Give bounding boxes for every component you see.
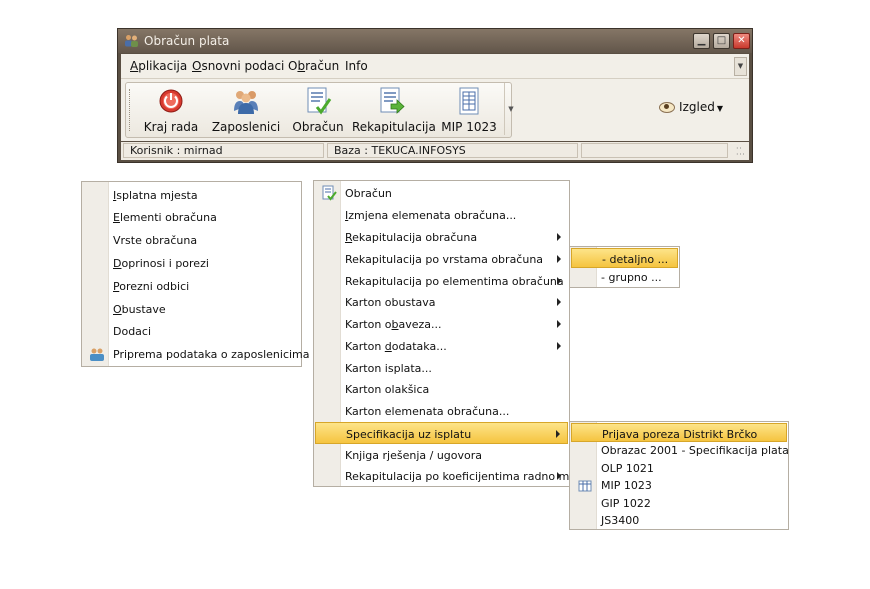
users-icon [90, 348, 104, 361]
resize-grip-icon[interactable]: · · · · · [736, 145, 746, 159]
menu-item-rekap-po-elementima[interactable]: Rekapitulacija po elementima obračuna [315, 270, 568, 292]
submenu-arrow-icon [557, 320, 561, 328]
document-table-icon [578, 480, 592, 492]
menu-item-grupno[interactable]: - grupno ... [571, 268, 678, 288]
status-bar: Korisnik : mirnad Baza : TEKUCA.INFOSYS … [121, 142, 749, 160]
menu-item-izmjena-elemenata[interactable]: Izmjena elemenata obračuna... [315, 204, 568, 226]
menu-item-elementi-obracuna[interactable]: Elementi obračuna [83, 206, 300, 228]
submenu-arrow-icon [557, 472, 561, 480]
menu-item-karton-olaksica[interactable]: Karton olakšica [315, 378, 568, 400]
chevron-down-icon: ▼ [508, 105, 514, 113]
users-icon [234, 91, 258, 114]
menu-item-detaljno[interactable]: - detaljno ... [571, 248, 678, 268]
toolbar-button-label: Kraj rada [143, 120, 199, 134]
menu-item-prijava-poreza-brcko[interactable]: Prijava poreza Distrikt Brčko [571, 423, 787, 442]
close-button[interactable]: ✕ [733, 33, 750, 49]
document-table-icon [459, 87, 479, 115]
menu-item-karton-elemenata[interactable]: Karton elemenata obračuna... [315, 400, 568, 422]
toolbar-button-label: Rekapitulacija [352, 120, 436, 134]
menu-bar: Aplikacija Osnovni podaci Obračun Info ▼ [121, 54, 749, 79]
toolbar-button-label: MIP 1023 [441, 120, 497, 134]
menu-item-mip-1023[interactable]: MIP 1023 [571, 476, 787, 494]
app-users-icon [125, 35, 138, 47]
caret-down-icon: ▼ [716, 104, 723, 113]
menu-item-obracun[interactable]: Obračun [315, 182, 568, 204]
document-check-icon [322, 185, 337, 201]
menu-item-rekap-po-koeficijentima[interactable]: Rekapitulacija po koeficijentima radno m… [315, 465, 596, 487]
chevron-down-icon: ▼ [737, 62, 744, 70]
eye-icon [659, 102, 676, 113]
menu-item-vrste-obracuna[interactable]: Vrste obračuna [83, 229, 300, 251]
menu-item-rekapitulacija-obracuna[interactable]: Rekapitulacija obračuna [315, 226, 568, 248]
submenu-arrow-icon [557, 277, 561, 285]
submenu-arrow-icon [557, 233, 561, 241]
menu-item-karton-obaveza[interactable]: Karton obaveza... [315, 313, 568, 335]
menu-item-rekap-po-vrstama[interactable]: Rekapitulacija po vrstama obračuna [315, 248, 568, 270]
toolbar-overflow-button[interactable]: ▼ [504, 83, 517, 135]
status-empty-panel [581, 143, 728, 158]
submenu-arrow-icon [557, 255, 561, 263]
title-bar[interactable]: Obračun plata ▁ □ ✕ [118, 29, 752, 53]
toolbar-button-mip-1023[interactable]: MIP 1023 [436, 85, 502, 135]
status-database: Baza : TEKUCA.INFOSYS [327, 143, 578, 158]
toolbar: Kraj rada Zaposlenici Obračun Rekapitula… [125, 82, 512, 138]
menu-item-specifikacija-uz-isplatu[interactable]: Specifikacija uz isplatu [315, 422, 568, 444]
toolbar-button-obracun[interactable]: Obračun [290, 85, 346, 135]
maximize-icon: □ [716, 35, 727, 46]
menubar-dropdown-button[interactable]: ▼ [734, 57, 747, 76]
status-user: Korisnik : mirnad [123, 143, 324, 158]
toolbar-grip[interactable] [129, 89, 132, 131]
menu-item-obustave[interactable]: Obustave [83, 298, 300, 320]
toolbar-button-kraj-rada[interactable]: Kraj rada [136, 85, 206, 135]
specifikacija-submenu: Prijava poreza Distrikt Brčko Obrazac 20… [569, 421, 789, 530]
submenu-arrow-icon [557, 298, 561, 306]
menu-item-js3400[interactable]: JS3400 [571, 511, 787, 529]
minimize-icon: ▁ [697, 35, 706, 46]
menu-item-doprinosi-i-porezi[interactable]: Doprinosi i porezi [83, 252, 300, 274]
toolbar-area: Kraj rada Zaposlenici Obračun Rekapitula… [121, 79, 749, 141]
menu-item-gip-1022[interactable]: GIP 1022 [571, 494, 787, 512]
toolbar-button-label: Zaposlenici [211, 120, 281, 134]
menu-item-knjiga-rjesenja[interactable]: Knjiga rješenja / ugovora [315, 444, 568, 466]
menu-item-dodaci[interactable]: Dodaci [83, 320, 300, 342]
toolbar-button-rekapitulacija[interactable]: Rekapitulacija [352, 85, 436, 135]
menu-item-karton-dodataka[interactable]: Karton dodataka... [315, 335, 568, 357]
menu-obracun[interactable]: Obračun [288, 59, 339, 73]
menu-item-karton-isplata[interactable]: Karton isplata... [315, 357, 568, 379]
toolbar-button-label: Obračun [292, 120, 344, 134]
menu-aplikacija[interactable]: Aplikacija [130, 59, 187, 73]
menu-item-isplatna-mjesta[interactable]: Isplatna mjesta [83, 184, 300, 206]
obracun-menu: Obračun Izmjena elemenata obračuna... Re… [313, 180, 596, 487]
menu-item-porezni-odbici[interactable]: Porezni odbici [83, 275, 300, 297]
izgled-label: Izgled [679, 100, 715, 114]
submenu-arrow-icon [556, 430, 560, 438]
maximize-button[interactable]: □ [713, 33, 730, 49]
menu-item-karton-obustava[interactable]: Karton obustava [315, 291, 568, 313]
menu-item-obrazac-2001[interactable]: Obrazac 2001 - Specifikacija plata [571, 441, 789, 459]
power-icon [159, 89, 183, 113]
menu-info[interactable]: Info [345, 59, 368, 73]
main-window: Obračun plata ▁ □ ✕ Aplikacija Osnovni p… [117, 28, 753, 163]
document-arrow-icon [380, 87, 405, 114]
menu-item-priprema-podataka[interactable]: Priprema podataka o zaposlenicima [83, 343, 310, 365]
osnovni-podaci-menu: Isplatna mjesta Elementi obračuna Vrste … [81, 181, 310, 367]
izgled-dropdown[interactable]: Izgled ▼ [659, 100, 723, 114]
toolbar-button-zaposlenici[interactable]: Zaposlenici [208, 85, 284, 135]
close-icon: ✕ [737, 35, 746, 46]
document-check-icon [307, 87, 332, 115]
rekap-po-vrstama-submenu: - detaljno ... - grupno ... [569, 246, 680, 288]
window-title: Obračun plata [144, 34, 230, 48]
menu-item-olp-1021[interactable]: OLP 1021 [571, 459, 787, 477]
minimize-button[interactable]: ▁ [693, 33, 710, 49]
menu-osnovni-podaci[interactable]: Osnovni podaci [192, 59, 284, 73]
submenu-arrow-icon [557, 342, 561, 350]
